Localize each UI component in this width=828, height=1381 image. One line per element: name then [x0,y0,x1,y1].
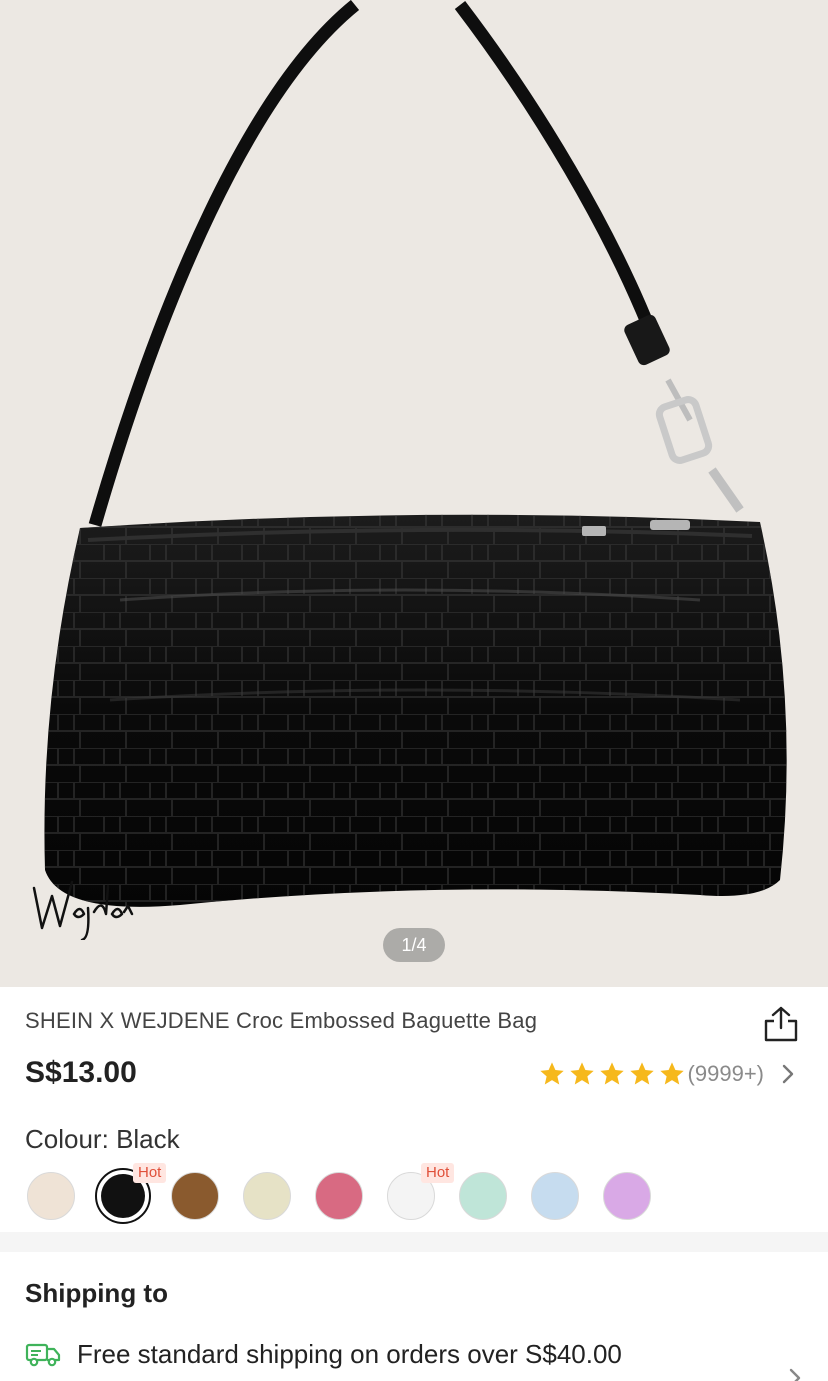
colour-swatch[interactable] [457,1170,509,1222]
colour-swatch[interactable] [601,1170,653,1222]
swatch-colour-fill [243,1172,291,1220]
star-icon [539,1062,564,1085]
truck-icon [25,1343,61,1367]
free-shipping-text: Free standard shipping on orders over S$… [77,1339,622,1369]
share-icon[interactable] [761,1004,801,1044]
colour-swatch[interactable]: Hot [385,1163,455,1222]
product-image-gallery[interactable]: 1/4 [0,0,828,987]
star-icon [599,1062,624,1085]
hot-badge: Hot [421,1163,455,1183]
product-title-row: SHEIN X WEJDENE Croc Embossed Baguette B… [25,1004,803,1042]
swatch-colour-fill [459,1172,507,1220]
chevron-right-icon [782,1064,794,1084]
swatch-colour-fill [603,1172,651,1220]
colour-swatch[interactable] [313,1170,365,1222]
star-icon [659,1062,684,1085]
colour-swatch[interactable] [529,1170,581,1222]
review-count: (9999+) [687,1061,764,1086]
star-rating [538,1060,686,1088]
colour-swatch[interactable] [169,1170,221,1222]
colour-swatch[interactable] [241,1170,293,1222]
section-divider [0,1232,828,1252]
colour-swatch[interactable]: Hot [95,1163,167,1224]
colour-swatch[interactable] [25,1170,77,1222]
swatch-colour-fill [531,1172,579,1220]
hot-badge: Hot [133,1163,167,1183]
reviews-summary[interactable]: (9999+) [538,1058,798,1090]
shipping-info-row[interactable]: Free standard shipping on orders over S$… [25,1336,815,1381]
product-title: SHEIN X WEJDENE Croc Embossed Baguette B… [25,1008,538,1033]
colour-label-prefix: Colour: [25,1124,109,1154]
swatch-colour-fill [315,1172,363,1220]
star-icon [629,1062,654,1085]
selected-colour-name: Black [116,1124,180,1154]
swatch-colour-fill [27,1172,75,1220]
star-icon [569,1062,594,1085]
swatch-colour-fill [171,1172,219,1220]
product-image [44,0,787,907]
colour-label: Colour: Black [25,1124,180,1155]
product-price: S$13.00 [25,1056,137,1089]
shipping-title: Shipping to [25,1278,168,1308]
brand-signature-watermark [32,880,134,940]
chevron-right-icon [789,1368,801,1381]
image-page-indicator: 1/4 [383,928,445,962]
